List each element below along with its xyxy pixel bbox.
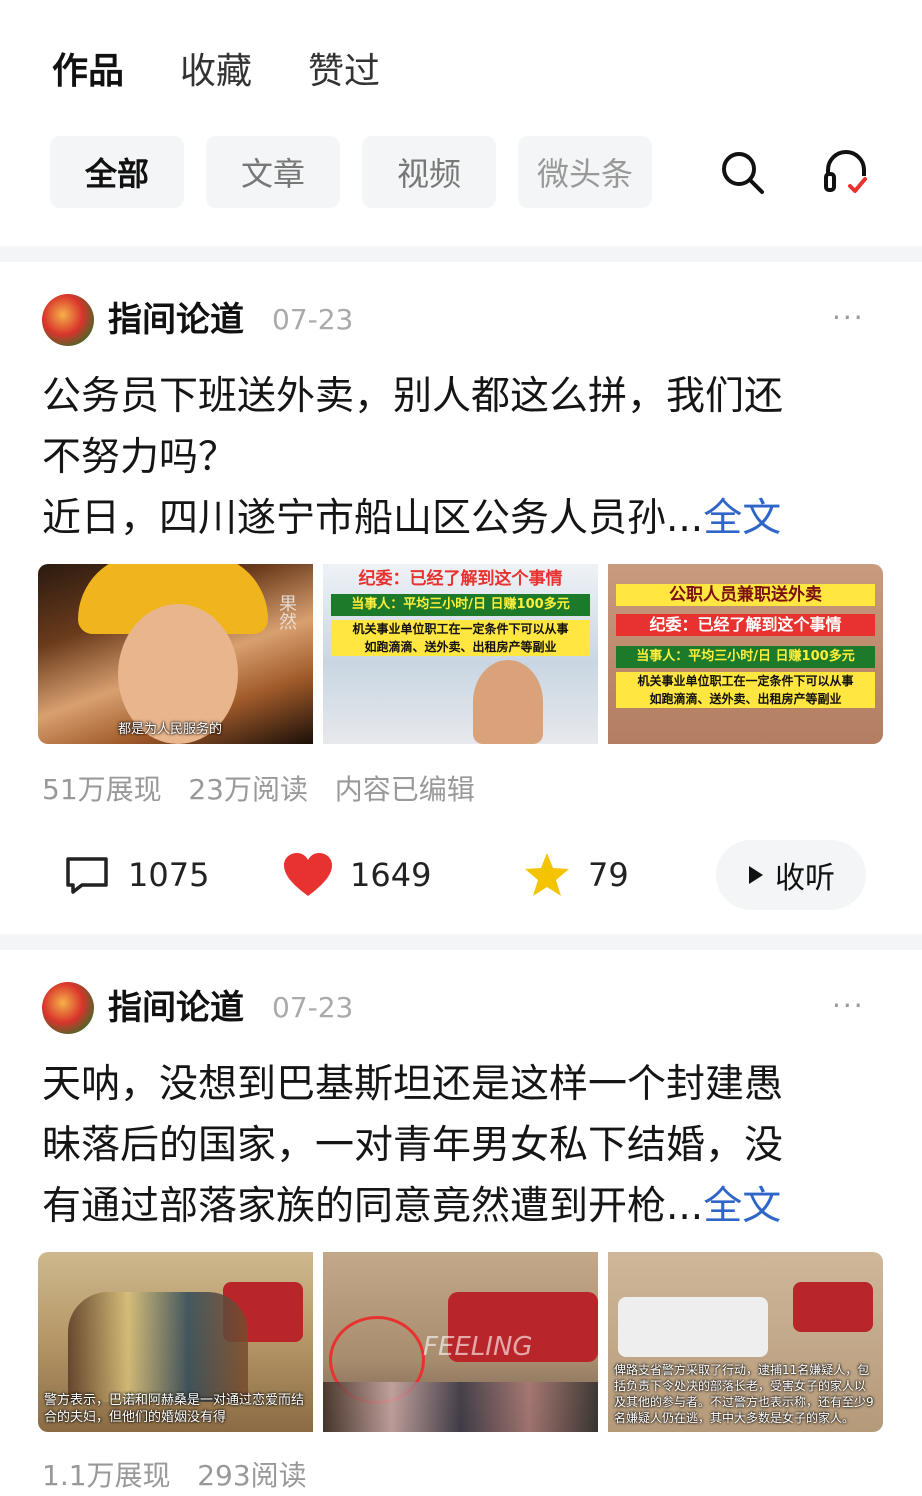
post-body-line: 近日，四川遂宁市船山区公务人员孙...全文 (42, 488, 882, 549)
post-card[interactable]: 指间论道 07-23 ··· 天呐，没想到巴基斯坦还是这样一个封建愚 昧落后的国… (0, 950, 922, 1492)
section-divider (0, 934, 922, 950)
image-subline: 当事人：平均三小时/日 日赚100多元 (331, 594, 590, 616)
heart-icon (284, 853, 332, 896)
image-headline: 公职人员兼职送外卖 (616, 584, 875, 606)
filter-articles[interactable]: 文章 (206, 136, 340, 208)
more-options-button[interactable]: ··· (832, 294, 865, 342)
post-image[interactable]: 警方表示，巴诺和阿赫桑是一对通过恋爱而结合的夫妇，但他们的婚姻没有得 (38, 1252, 313, 1432)
vehicle-shape (793, 1282, 873, 1332)
favorite-button[interactable]: 79 (522, 840, 629, 910)
image-headline: 纪委：已经了解到这个事情 (616, 614, 875, 636)
comment-button[interactable]: 1075 (64, 840, 209, 910)
impressions-count: 51万展现 (42, 773, 162, 806)
figures-shape (68, 1292, 248, 1402)
post-image[interactable]: 纪委：已经了解到这个事情 当事人：平均三小时/日 日赚100多元 机关事业单位职… (323, 564, 598, 744)
post-stats: 1.1万展现 293阅读 (42, 1456, 307, 1496)
headphones-icon[interactable] (820, 146, 872, 198)
avatar[interactable] (42, 294, 94, 346)
filter-videos[interactable]: 视频 (362, 136, 496, 208)
full-text-link[interactable]: 全文 (703, 496, 781, 541)
post-date: 07-23 (272, 303, 354, 336)
section-divider (0, 246, 922, 262)
post-image[interactable]: 俾路支省警方采取了行动，逮捕11名嫌疑人，包括负责下令处决的部落长老，受害女子的… (608, 1252, 883, 1432)
image-caption: 警方表示，巴诺和阿赫桑是一对通过恋爱而结合的夫妇，但他们的婚姻没有得 (44, 1393, 305, 1425)
image-watermark: FEELING (423, 1332, 533, 1362)
comment-icon (66, 857, 108, 894)
filter-micro-posts[interactable]: 微头条 (518, 136, 652, 208)
search-icon[interactable] (718, 148, 766, 196)
full-text-link[interactable]: 全文 (703, 1184, 781, 1229)
like-button[interactable]: 1649 (282, 840, 431, 910)
listen-label: 收听 (775, 861, 835, 896)
tab-favorites[interactable]: 收藏 (180, 46, 252, 98)
image-headline: 纪委：已经了解到这个事情 (358, 569, 563, 589)
post-body-text: 有通过部落家族的同意竟然遭到开枪... (42, 1184, 704, 1229)
post-image[interactable]: FEELING (323, 1252, 598, 1432)
person-shape (473, 660, 543, 744)
play-icon (749, 866, 763, 884)
image-note: 机关事业单位职工在一定条件下可以从事 (616, 672, 875, 690)
post-title-line: 公务员下班送外卖，别人都这么拼，我们还 (42, 374, 784, 419)
image-note: 如跑滴滴、送外卖、出租房产等副业 (331, 638, 590, 656)
like-count: 1649 (350, 856, 432, 894)
post-images: 警方表示，巴诺和阿赫桑是一对通过恋爱而结合的夫妇，但他们的婚姻没有得 FEELI… (38, 1252, 883, 1432)
post-text[interactable]: 天呐，没想到巴基斯坦还是这样一个封建愚 昧落后的国家，一对青年男女私下结婚，没 … (42, 1054, 882, 1237)
post-date: 07-23 (272, 991, 354, 1024)
filter-all[interactable]: 全部 (50, 136, 184, 208)
image-subline: 当事人：平均三小时/日 日赚100多元 (616, 646, 875, 668)
post-body-line: 昧落后的国家，一对青年男女私下结婚，没 (42, 1123, 784, 1168)
crowd-shape (323, 1382, 598, 1432)
post-body-line: 有通过部落家族的同意竟然遭到开枪...全文 (42, 1176, 882, 1237)
image-watermark: 果然 (276, 594, 297, 630)
post-images: 都是为人民服务的 果然 纪委：已经了解到这个事情 当事人：平均三小时/日 日赚1… (38, 564, 883, 744)
tab-liked[interactable]: 赞过 (308, 46, 380, 98)
post-image[interactable]: 都是为人民服务的 果然 (38, 564, 313, 744)
filter-row: 全部 文章 视频 微头条 (50, 136, 652, 208)
post-body-line: 天呐，没想到巴基斯坦还是这样一个封建愚 (42, 1062, 784, 1107)
post-stats: 51万展现 23万阅读 内容已编辑 (42, 770, 475, 810)
post-image[interactable]: 公职人员兼职送外卖 纪委：已经了解到这个事情 当事人：平均三小时/日 日赚100… (608, 564, 883, 744)
author-name[interactable]: 指间论道 (108, 296, 244, 344)
more-options-button[interactable]: ··· (832, 982, 865, 1030)
tab-works[interactable]: 作品 (52, 46, 124, 98)
vehicle-shape (618, 1297, 768, 1357)
post-title-line: 不努力吗？ (42, 435, 238, 480)
post-text[interactable]: 公务员下班送外卖，别人都这么拼，我们还 不努力吗？ 近日，四川遂宁市船山区公务人… (42, 366, 882, 549)
image-caption: 俾路支省警方采取了行动，逮捕11名嫌疑人，包括负责下令处决的部落长老，受害女子的… (614, 1363, 874, 1425)
avatar[interactable] (42, 982, 94, 1034)
star-icon (525, 853, 569, 896)
reads-count: 23万阅读 (188, 773, 308, 806)
image-caption: 都是为人民服务的 (118, 722, 223, 737)
listen-button[interactable]: 收听 (716, 840, 866, 910)
post-card[interactable]: 指间论道 07-23 ··· 公务员下班送外卖，别人都这么拼，我们还 不努力吗？… (0, 262, 922, 932)
image-note: 机关事业单位职工在一定条件下可以从事 (331, 620, 590, 638)
image-note: 如跑滴滴、送外卖、出租房产等副业 (616, 690, 875, 708)
author-name[interactable]: 指间论道 (108, 984, 244, 1032)
top-tabs: 作品 收藏 赞过 (52, 46, 380, 98)
post-body-text: 近日，四川遂宁市船山区公务人员孙... (42, 496, 704, 541)
favorite-count: 79 (588, 856, 629, 894)
comment-count: 1075 (128, 856, 210, 894)
edited-label: 内容已编辑 (334, 773, 475, 806)
post-actions: 1075 1649 79 收听 (0, 840, 922, 910)
